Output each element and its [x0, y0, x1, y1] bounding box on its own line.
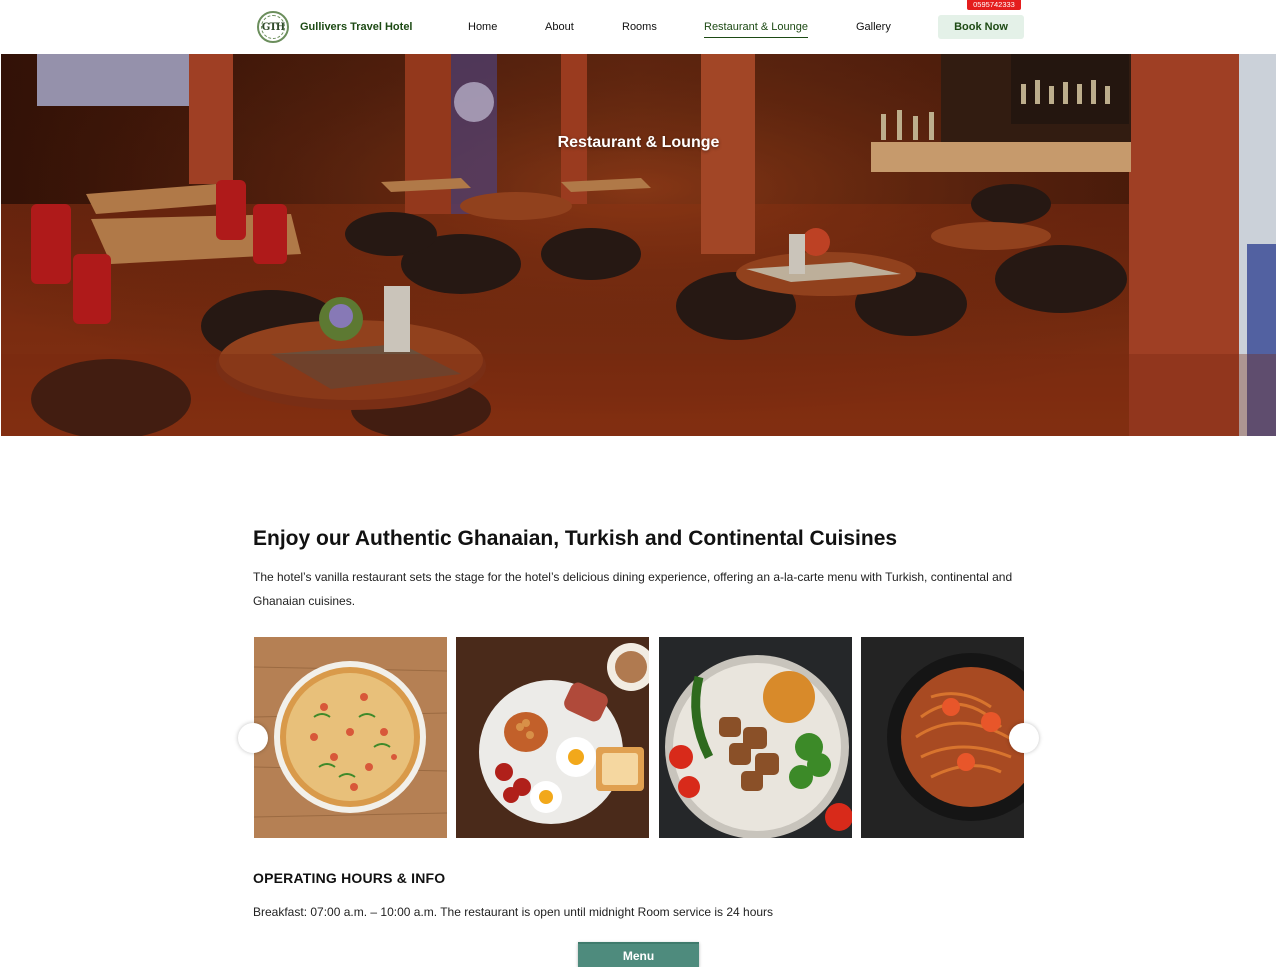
carousel-slide-seafood-pasta[interactable] [861, 637, 1024, 838]
cuisine-description: The hotel’s vanilla restaurant sets the … [253, 570, 1013, 608]
hours-title: OPERATING HOURS & INFO [253, 870, 446, 886]
seafood-pasta-image [861, 637, 1024, 838]
carousel-slide-breakfast[interactable] [456, 637, 649, 838]
restaurant-interior-image [1, 54, 1276, 436]
hero-title: Restaurant & Lounge [557, 134, 720, 151]
book-now-button[interactable]: Book Now [938, 15, 1024, 39]
site-header: GTH Gullivers Travel Hotel Home About Ro… [0, 0, 1276, 54]
menu-button[interactable]: Menu [578, 942, 699, 967]
pizza-image [254, 637, 447, 838]
main-nav: Home About Rooms Restaurant & Lounge Gal… [0, 18, 1276, 38]
hero-banner: Restaurant & Lounge [1, 54, 1276, 436]
nav-rooms[interactable]: Rooms [622, 18, 657, 36]
phone-badge[interactable]: 0595742333 [967, 0, 1021, 10]
carousel-next-button[interactable] [1009, 723, 1039, 753]
nav-restaurant-lounge[interactable]: Restaurant & Lounge [704, 18, 808, 38]
nav-home[interactable]: Home [468, 18, 497, 36]
kebab-image [659, 637, 852, 838]
carousel-slide-kebab[interactable] [659, 637, 852, 838]
hours-text: Breakfast: 07:00 a.m. – 10:00 a.m. The r… [253, 905, 774, 919]
carousel-slide-pizza[interactable] [254, 637, 447, 838]
breakfast-image [456, 637, 649, 838]
cuisine-heading: Enjoy our Authentic Ghanaian, Turkish an… [253, 527, 898, 550]
nav-about[interactable]: About [545, 18, 574, 36]
carousel-prev-button[interactable] [238, 723, 268, 753]
nav-gallery[interactable]: Gallery [856, 18, 891, 36]
food-carousel[interactable] [253, 637, 1024, 838]
